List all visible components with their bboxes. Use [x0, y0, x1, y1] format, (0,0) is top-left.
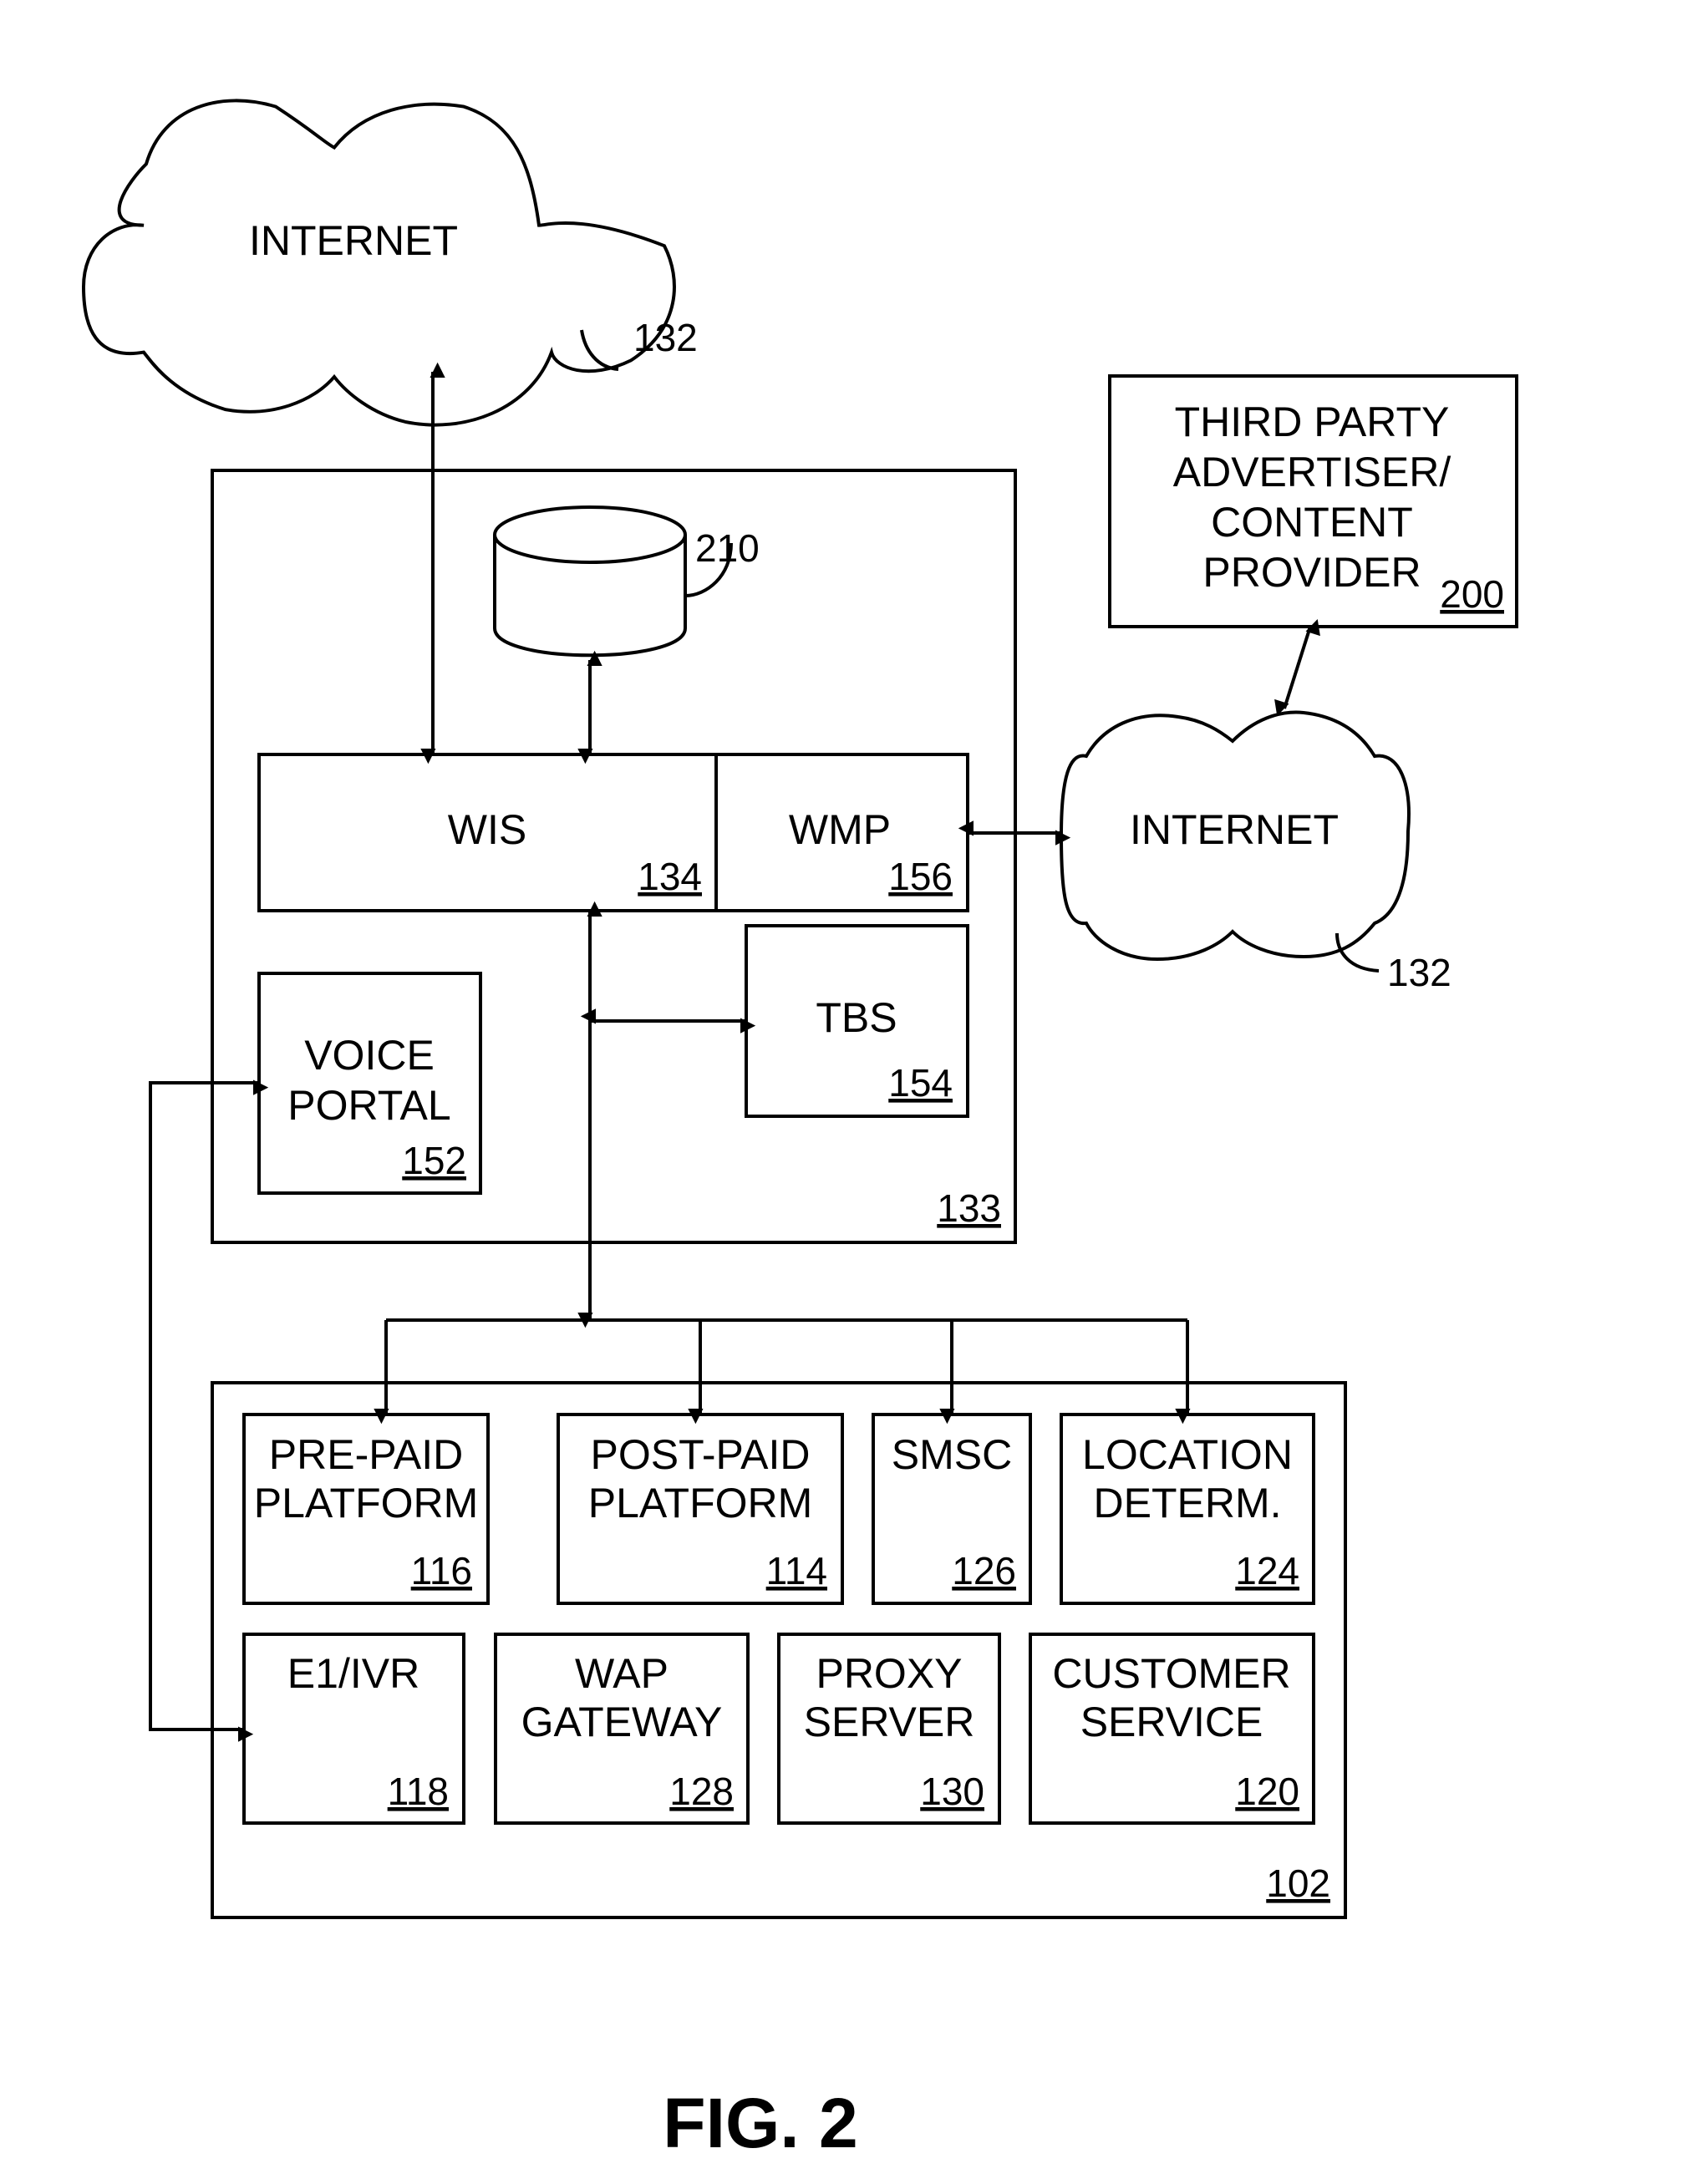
component-pre-paid[interactable]: PRE-PAID PLATFORM 116	[242, 1413, 490, 1605]
component-e1-ivr[interactable]: E1/IVR 118	[242, 1633, 465, 1825]
third-party-ref: 200	[1440, 572, 1504, 616]
component-label: GATEWAY	[521, 1699, 723, 1745]
component-ref: 118	[388, 1770, 449, 1813]
third-party-line-3: CONTENT	[1211, 499, 1413, 546]
component-label: SMSC	[892, 1431, 1012, 1478]
component-ref: 126	[952, 1549, 1016, 1592]
wmp-label: WMP	[789, 806, 891, 853]
component-smsc[interactable]: SMSC 126	[872, 1413, 1032, 1605]
component-label: DETERM.	[1094, 1480, 1282, 1526]
third-party-line-2: ADVERTISER/	[1173, 449, 1451, 495]
component-proxy-server[interactable]: PROXY SERVER 130	[777, 1633, 1001, 1825]
diagram-canvas: INTERNET 132 133 210 WIS 134 WMP 156 TBS…	[81, 99, 1518, 2162]
component-label: POST-PAID	[590, 1431, 810, 1478]
voice-portal-line-1: VOICE	[304, 1032, 435, 1079]
wis-label: WIS	[448, 806, 526, 853]
component-location[interactable]: LOCATION DETERM. 124	[1060, 1413, 1315, 1605]
component-label: WAP	[575, 1650, 669, 1697]
component-ref: 116	[411, 1549, 472, 1592]
component-post-paid[interactable]: POST-PAID PLATFORM 114	[557, 1413, 844, 1605]
figure-label: FIG. 2	[663, 2084, 857, 2162]
component-label: LOCATION	[1082, 1431, 1293, 1478]
third-party-line-4: PROVIDER	[1202, 549, 1421, 596]
component-label: E1/IVR	[287, 1650, 419, 1697]
component-label: PLATFORM	[254, 1480, 479, 1526]
voice-portal-line-2: PORTAL	[287, 1082, 450, 1129]
third-party-line-1: THIRD PARTY	[1175, 399, 1450, 445]
wmp-ref: 156	[888, 855, 953, 898]
component-label: SERVER	[804, 1699, 975, 1745]
component-ref: 114	[766, 1549, 827, 1592]
internet-cloud-right: INTERNET 132	[1059, 710, 1451, 994]
tbs-label: TBS	[816, 994, 897, 1041]
component-ref: 130	[920, 1770, 984, 1813]
system-133-ref: 133	[937, 1186, 1001, 1230]
component-label: SERVICE	[1080, 1699, 1263, 1745]
internet-top-ref: 132	[633, 316, 698, 359]
internet-top-label: INTERNET	[249, 217, 458, 264]
voice-portal-ref: 152	[402, 1139, 466, 1182]
component-ref: 124	[1235, 1549, 1299, 1592]
internet-right-ref: 132	[1387, 951, 1451, 994]
wis-ref: 134	[638, 855, 702, 898]
component-label: PROXY	[816, 1650, 962, 1697]
database-ref: 210	[695, 526, 760, 570]
component-label: PRE-PAID	[269, 1431, 463, 1478]
component-label: CUSTOMER	[1052, 1650, 1290, 1697]
component-ref: 128	[669, 1770, 734, 1813]
component-wap-gateway[interactable]: WAP GATEWAY 128	[494, 1633, 750, 1825]
internet-right-label: INTERNET	[1130, 806, 1339, 853]
network-102-ref: 102	[1266, 1861, 1330, 1905]
internet-cloud-top: INTERNET 132	[81, 99, 698, 427]
component-ref: 120	[1235, 1770, 1299, 1813]
component-customer-service[interactable]: CUSTOMER SERVICE 120	[1029, 1633, 1315, 1825]
arrow-internet-thirdparty	[1274, 619, 1320, 716]
tbs-ref: 154	[888, 1061, 953, 1105]
component-label: PLATFORM	[588, 1480, 813, 1526]
